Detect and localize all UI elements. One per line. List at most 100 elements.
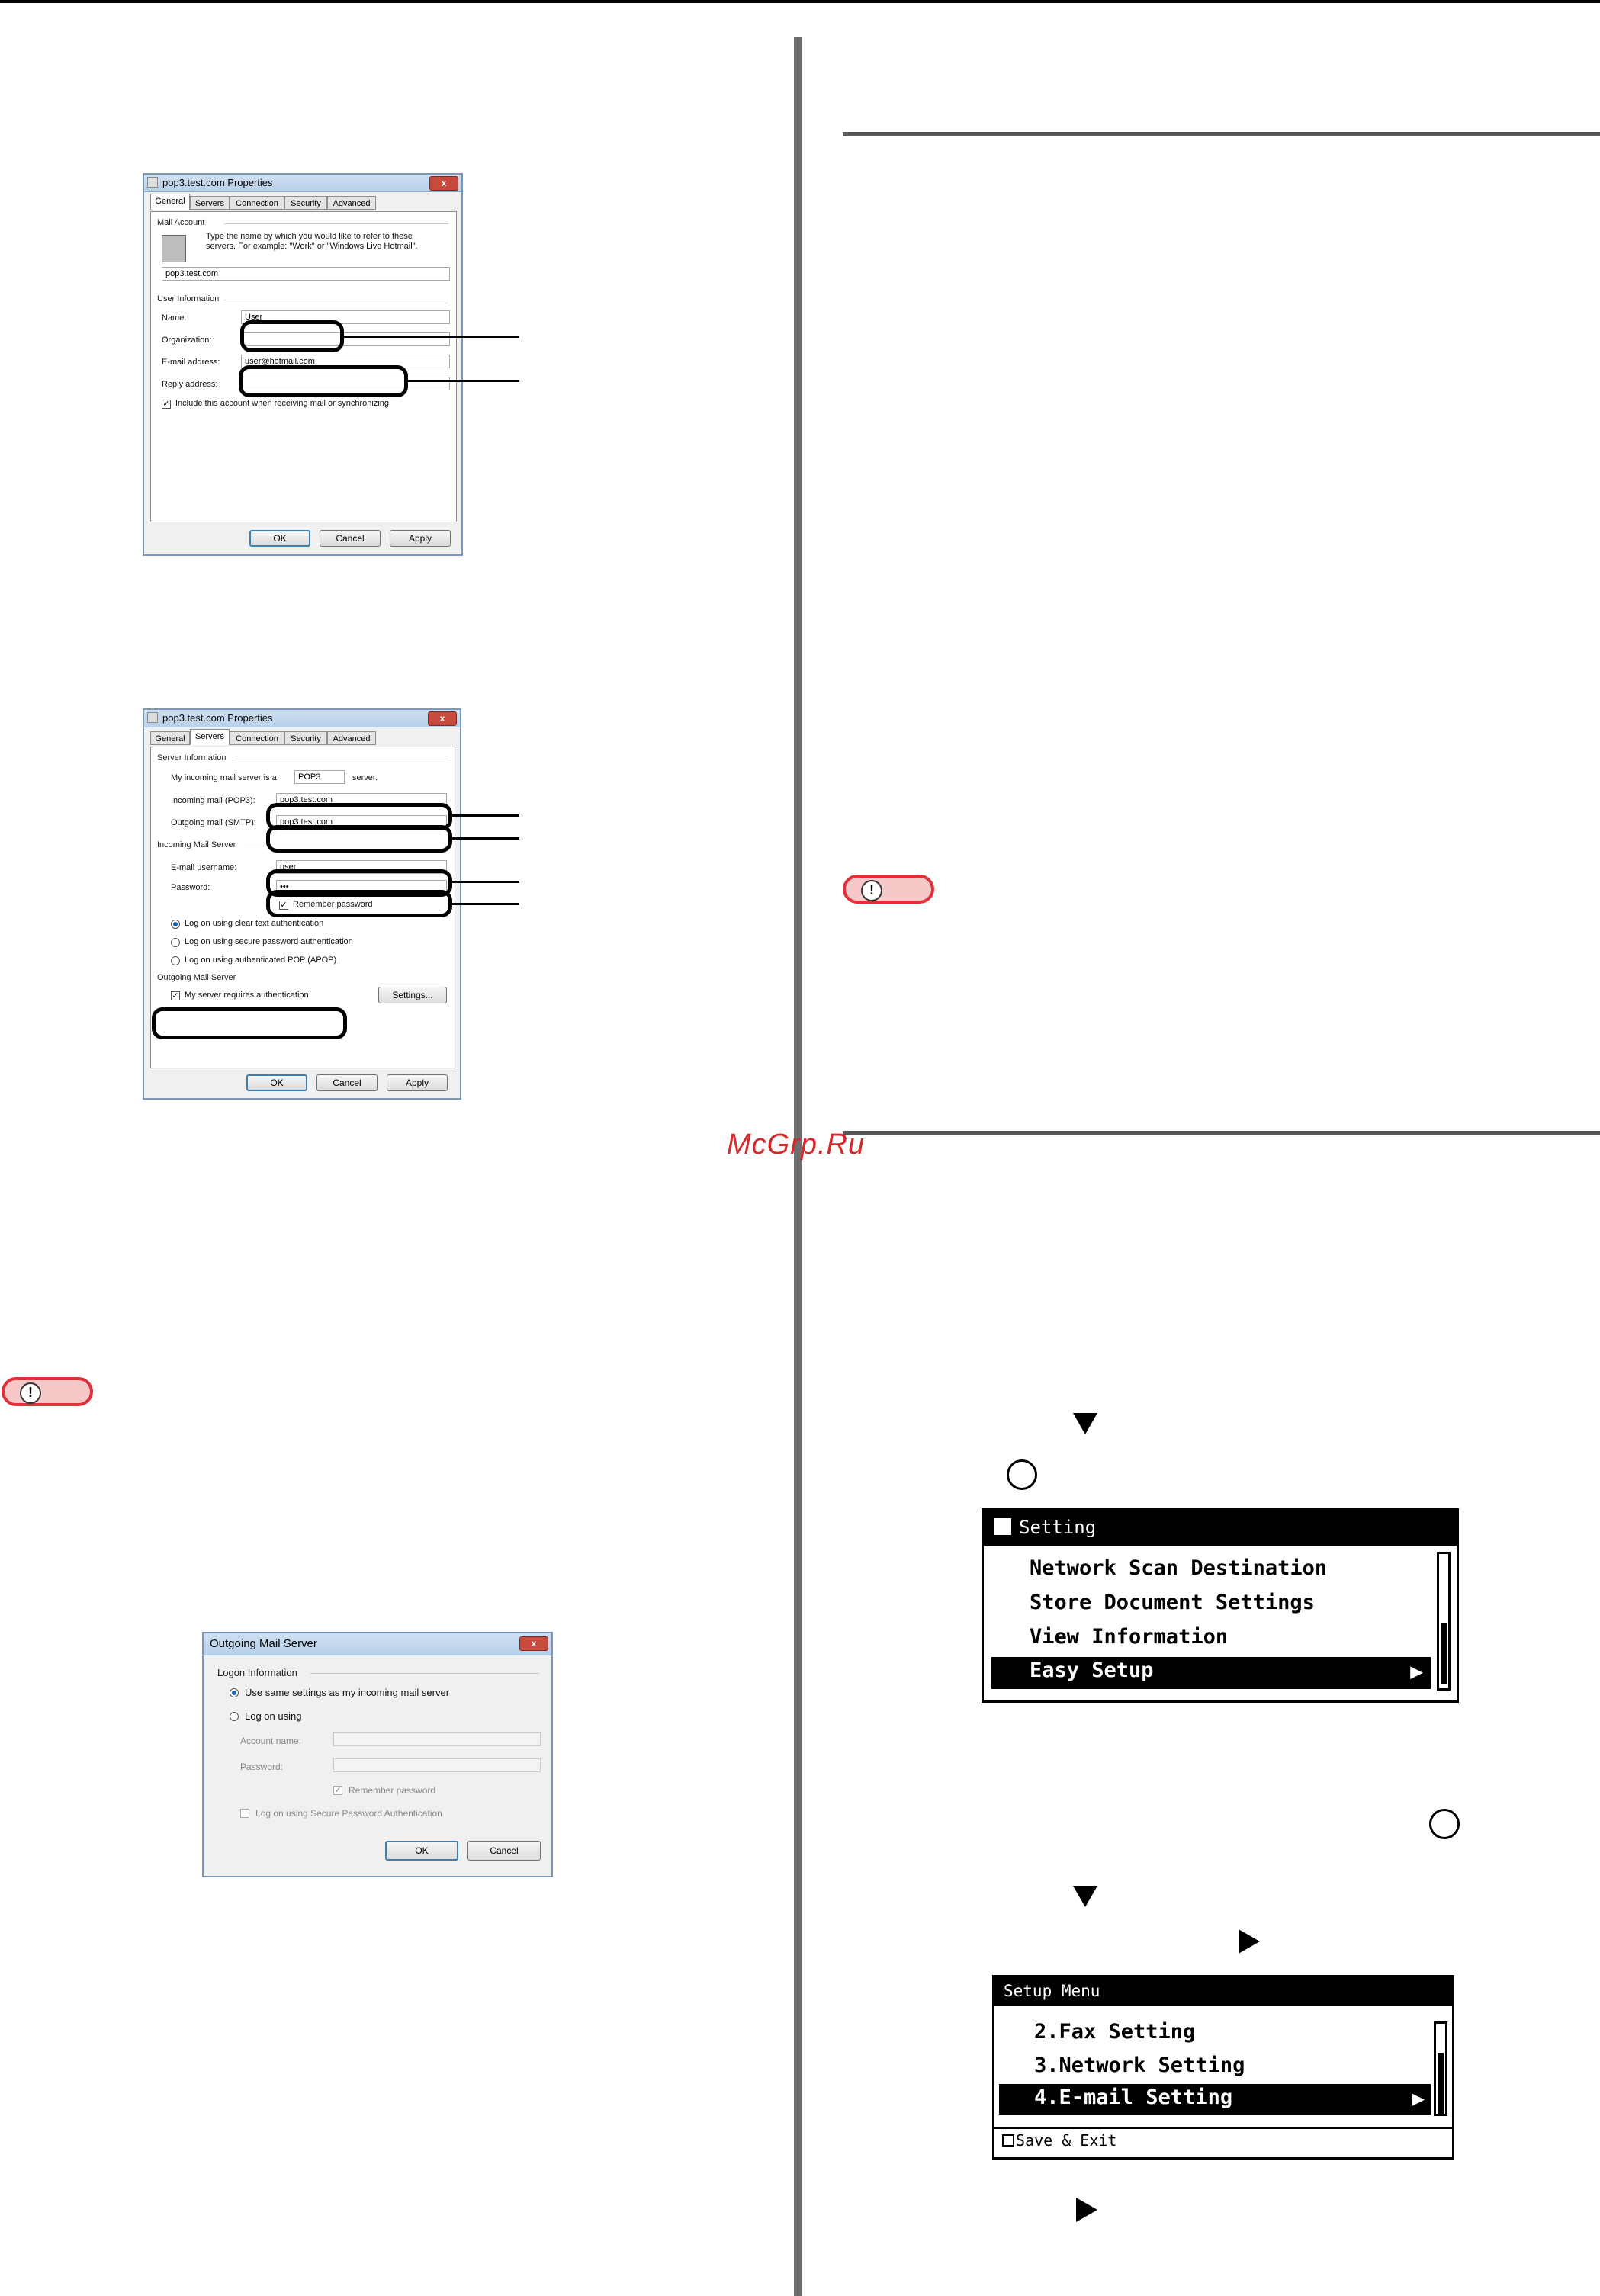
close-button[interactable]: x [519, 1636, 548, 1651]
highlight-name [240, 320, 344, 352]
note-badge-left: ! [2, 1377, 93, 1406]
username-label: E-mail username: [171, 863, 237, 872]
server-suffix-label: server. [352, 773, 378, 782]
menu-item[interactable]: View Information [1030, 1625, 1228, 1649]
password-label: Password: [171, 883, 210, 892]
lcd-footer: Save & Exit [1016, 2131, 1117, 2150]
tab-advanced[interactable]: Advanced [327, 196, 376, 210]
account-name-field[interactable]: pop3.test.com [162, 267, 450, 281]
include-label: Include this account when receiving mail… [175, 399, 390, 408]
down-arrow-key-icon [1073, 1886, 1097, 1907]
remember-checkbox[interactable]: ✓ [333, 1786, 342, 1795]
radio-apop[interactable] [171, 956, 180, 965]
radio-same-settings[interactable] [230, 1688, 239, 1697]
tab-general[interactable]: General [150, 194, 190, 210]
outgoing-mail-server-dialog: Outgoing Mail Server x Logon Information… [202, 1632, 553, 1877]
incoming-type-label: My incoming mail server is a [171, 773, 277, 782]
selected-label: 4.E-mail Setting [1034, 2086, 1233, 2109]
tab-security[interactable]: Security [284, 731, 327, 745]
menu-item[interactable]: Network Scan Destination [1030, 1556, 1327, 1580]
spa-label: Log on using Secure Password Authenticat… [255, 1808, 442, 1819]
cancel-button[interactable]: Cancel [467, 1841, 541, 1861]
lcd-setup-menu: Setup Menu 2.Fax Setting 3.Network Setti… [992, 1975, 1454, 2160]
server-info-group-label: Server Information [157, 753, 227, 763]
title-bar: Outgoing Mail Server x [204, 1633, 551, 1655]
selected-menu-item[interactable]: Easy Setup ▶ [991, 1657, 1431, 1689]
radio-secure-password[interactable] [171, 938, 180, 947]
callout-line [452, 881, 519, 883]
tab-servers[interactable]: Servers [190, 729, 230, 745]
outgoing-label: Outgoing mail (SMTP): [171, 818, 256, 827]
spa-checkbox[interactable] [240, 1809, 249, 1818]
scrollbar-thumb[interactable] [1441, 1623, 1447, 1684]
dialog-title: pop3.test.com Properties [162, 712, 273, 724]
tab-servers[interactable]: Servers [190, 196, 230, 210]
lcd-header: Setting [984, 1511, 1457, 1546]
radio-clear-label: Log on using clear text authentication [185, 919, 324, 928]
tab-general[interactable]: General [150, 731, 190, 745]
account-name-field[interactable] [333, 1732, 541, 1746]
right-arrow-icon: ▶ [1410, 1659, 1423, 1684]
exclamation-icon: ! [861, 880, 882, 901]
menu-item[interactable]: 3.Network Setting [1034, 2054, 1245, 2077]
callout-line [452, 814, 519, 817]
organization-label: Organization: [162, 336, 212, 345]
right-arrow-key-icon [1239, 1929, 1260, 1954]
tab-advanced[interactable]: Advanced [327, 731, 376, 745]
title-bar: pop3.test.com Properties x [144, 175, 461, 192]
radio-log-on-using[interactable] [230, 1712, 239, 1721]
app-icon [147, 177, 158, 188]
server-type-field[interactable]: POP3 [294, 770, 345, 784]
ok-button[interactable]: OK [249, 530, 310, 547]
incoming-label: Incoming mail (POP3): [171, 796, 255, 805]
password-field[interactable] [333, 1758, 541, 1772]
account-name-label: Account name: [240, 1736, 302, 1746]
radio-logon-label: Log on using [245, 1710, 302, 1722]
tab-connection[interactable]: Connection [230, 731, 284, 745]
menu-item[interactable]: Store Document Settings [1030, 1591, 1315, 1614]
callout-line [452, 903, 519, 905]
requires-auth-checkbox[interactable]: ✓ [171, 991, 180, 1000]
apply-button[interactable]: Apply [387, 1074, 448, 1091]
apply-button[interactable]: Apply [390, 530, 451, 547]
tab-security[interactable]: Security [284, 196, 327, 210]
outgoing-group-label: Outgoing Mail Server [157, 973, 236, 982]
menu-item[interactable]: 2.Fax Setting [1034, 2020, 1195, 2044]
email-label: E-mail address: [162, 358, 220, 367]
right-arrow-icon: ▶ [1412, 2086, 1425, 2111]
right-arrow-key-icon [1076, 2198, 1097, 2222]
settings-button[interactable]: Settings... [378, 987, 447, 1003]
scrollbar[interactable] [1434, 2021, 1447, 2116]
tab-connection[interactable]: Connection [230, 196, 284, 210]
scrollbar-thumb[interactable] [1438, 2053, 1444, 2114]
highlight-password [266, 890, 452, 917]
servers-icon [162, 235, 186, 262]
ok-button[interactable]: OK [246, 1074, 307, 1091]
requires-auth-label: My server requires authentication [185, 991, 309, 1000]
scrollbar[interactable] [1437, 1552, 1451, 1691]
remember-label: Remember password [349, 1785, 436, 1796]
highlight-outgoing [266, 825, 452, 853]
lcd-header-title: Setup Menu [1004, 1982, 1100, 2000]
cancel-button[interactable]: Cancel [316, 1074, 378, 1091]
title-bar: pop3.test.com Properties x [144, 710, 460, 727]
name-label: Name: [162, 313, 187, 323]
close-button[interactable]: x [428, 711, 457, 726]
logon-group-label: Logon Information [217, 1667, 297, 1678]
highlight-requires-auth [152, 1007, 347, 1039]
group-divider [224, 223, 448, 224]
section-rule-top [843, 132, 1600, 136]
ok-button[interactable]: OK [385, 1841, 458, 1861]
cancel-button[interactable]: Cancel [320, 530, 381, 547]
close-button[interactable]: x [429, 176, 458, 191]
column-divider [794, 37, 802, 2296]
include-checkbox[interactable]: ✓ [162, 400, 171, 409]
radio-clear-text[interactable] [171, 920, 180, 929]
selected-menu-item[interactable]: 4.E-mail Setting ▶ [999, 2084, 1431, 2115]
lcd-header-title: Setting [1019, 1517, 1097, 1538]
reply-label: Reply address: [162, 380, 218, 389]
down-arrow-key-icon [1073, 1413, 1097, 1434]
highlight-email [239, 365, 408, 397]
callout-line [452, 837, 519, 840]
setting-icon [994, 1518, 1011, 1535]
